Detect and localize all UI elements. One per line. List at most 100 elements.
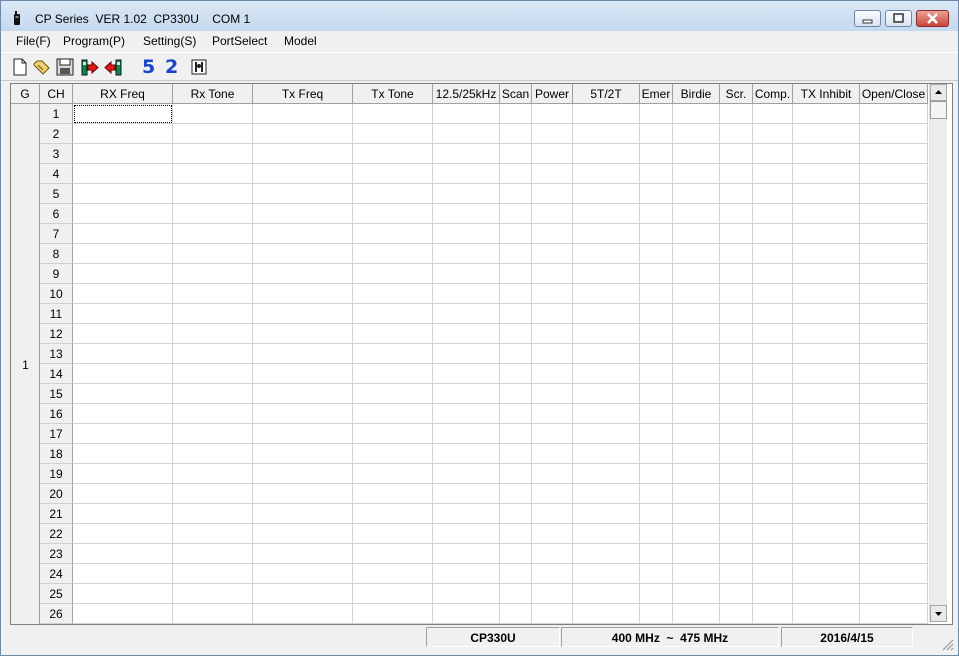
grid-cell-comp[interactable] <box>753 284 793 304</box>
grid-cell-scan[interactable] <box>500 104 532 124</box>
grid-cell-power[interactable] <box>532 104 573 124</box>
grid-cell-birdie[interactable] <box>673 364 720 384</box>
grid-cell-tx-freq[interactable] <box>253 384 353 404</box>
grid-cell-rx-tone[interactable] <box>173 224 253 244</box>
grid-cell-tx-freq[interactable] <box>253 184 353 204</box>
grid-cell-comp[interactable] <box>753 484 793 504</box>
grid-cell-bandwidth[interactable] <box>433 404 500 424</box>
grid-cell-comp[interactable] <box>753 444 793 464</box>
grid-cell-birdie[interactable] <box>673 204 720 224</box>
grid-cell-scan[interactable] <box>500 504 532 524</box>
grid-cell-scr[interactable] <box>720 124 753 144</box>
read-radio-button[interactable] <box>81 58 99 76</box>
grid-cell-tx-tone[interactable] <box>353 404 433 424</box>
grid-cell-tx-freq[interactable] <box>253 604 353 624</box>
grid-cell-5t2t[interactable] <box>573 244 640 264</box>
grid-cell-emer[interactable] <box>640 404 673 424</box>
grid-cell-tx-inhibit[interactable] <box>793 604 860 624</box>
grid-cell-bandwidth[interactable] <box>433 144 500 164</box>
grid-cell-tx-freq[interactable] <box>253 544 353 564</box>
grid-cell-power[interactable] <box>532 524 573 544</box>
column-header-tx-tone[interactable]: Tx Tone <box>353 84 433 104</box>
grid-cell-rx-freq[interactable] <box>73 384 173 404</box>
grid-cell-comp[interactable] <box>753 304 793 324</box>
grid-cell-rx-freq[interactable] <box>73 344 173 364</box>
grid-cell-emer[interactable] <box>640 364 673 384</box>
grid-cell-comp[interactable] <box>753 544 793 564</box>
grid-cell-open-close[interactable] <box>860 484 928 504</box>
grid-cell-rx-tone[interactable] <box>173 584 253 604</box>
grid-cell-tx-tone[interactable] <box>353 164 433 184</box>
menu-portselect[interactable]: PortSelect <box>212 34 267 48</box>
grid-cell-rx-freq[interactable] <box>73 444 173 464</box>
grid-cell-scr[interactable] <box>720 264 753 284</box>
grid-cell-tx-inhibit[interactable] <box>793 104 860 124</box>
grid-cell-tx-inhibit[interactable] <box>793 584 860 604</box>
grid-cell-open-close[interactable] <box>860 424 928 444</box>
grid-cell-rx-tone[interactable] <box>173 364 253 384</box>
grid-cell-scan[interactable] <box>500 584 532 604</box>
grid-cell-5t2t[interactable] <box>573 504 640 524</box>
grid-cell-comp[interactable] <box>753 124 793 144</box>
grid-cell-rx-freq[interactable] <box>73 124 173 144</box>
grid-cell-rx-tone[interactable] <box>173 564 253 584</box>
close-button[interactable] <box>916 10 949 27</box>
grid-cell-comp[interactable] <box>753 264 793 284</box>
grid-cell-5t2t[interactable] <box>573 604 640 624</box>
menu-model[interactable]: Model <box>284 34 317 48</box>
grid-cell-tx-tone[interactable] <box>353 464 433 484</box>
grid-cell-tx-inhibit[interactable] <box>793 264 860 284</box>
grid-cell-rx-tone[interactable] <box>173 524 253 544</box>
grid-cell-comp[interactable] <box>753 324 793 344</box>
grid-cell-emer[interactable] <box>640 284 673 304</box>
grid-cell-scr[interactable] <box>720 404 753 424</box>
grid-cell-emer[interactable] <box>640 104 673 124</box>
grid-cell-open-close[interactable] <box>860 404 928 424</box>
column-header-5t2t[interactable]: 5T/2T <box>573 84 640 104</box>
scroll-down-button[interactable] <box>930 605 947 622</box>
grid-cell-rx-tone[interactable] <box>173 244 253 264</box>
grid-cell-bandwidth[interactable] <box>433 284 500 304</box>
grid-cell-comp[interactable] <box>753 504 793 524</box>
grid-cell-scan[interactable] <box>500 304 532 324</box>
grid-cell-tx-freq[interactable] <box>253 524 353 544</box>
grid-cell-tx-freq[interactable] <box>253 424 353 444</box>
tools-button[interactable] <box>190 58 208 76</box>
grid-cell-tx-tone[interactable] <box>353 144 433 164</box>
grid-cell-birdie[interactable] <box>673 604 720 624</box>
grid-cell-tx-inhibit[interactable] <box>793 524 860 544</box>
grid-cell-5t2t[interactable] <box>573 304 640 324</box>
grid-cell-emer[interactable] <box>640 264 673 284</box>
grid-cell-open-close[interactable] <box>860 324 928 344</box>
grid-cell-scr[interactable] <box>720 484 753 504</box>
grid-cell-scr[interactable] <box>720 424 753 444</box>
grid-cell-birdie[interactable] <box>673 564 720 584</box>
grid-cell-scan[interactable] <box>500 284 532 304</box>
grid-cell-tx-freq[interactable] <box>253 504 353 524</box>
write-radio-button[interactable] <box>104 58 122 76</box>
grid-cell-scr[interactable] <box>720 464 753 484</box>
grid-cell-birdie[interactable] <box>673 384 720 404</box>
grid-cell-rx-tone[interactable] <box>173 604 253 624</box>
grid-cell-scr[interactable] <box>720 444 753 464</box>
grid-cell-open-close[interactable] <box>860 464 928 484</box>
grid-cell-scr[interactable] <box>720 144 753 164</box>
grid-cell-5t2t[interactable] <box>573 224 640 244</box>
grid-cell-open-close[interactable] <box>860 604 928 624</box>
grid-cell-rx-freq[interactable] <box>73 364 173 384</box>
grid-cell-birdie[interactable] <box>673 284 720 304</box>
grid-cell-rx-freq[interactable] <box>73 424 173 444</box>
grid-cell-5t2t[interactable] <box>573 404 640 424</box>
grid-cell-tx-tone[interactable] <box>353 504 433 524</box>
grid-cell-tx-freq[interactable] <box>253 444 353 464</box>
grid-cell-birdie[interactable] <box>673 544 720 564</box>
grid-cell-scr[interactable] <box>720 244 753 264</box>
grid-cell-5t2t[interactable] <box>573 324 640 344</box>
grid-cell-comp[interactable] <box>753 244 793 264</box>
grid-cell-rx-freq[interactable] <box>73 504 173 524</box>
grid-cell-comp[interactable] <box>753 404 793 424</box>
grid-cell-power[interactable] <box>532 244 573 264</box>
grid-cell-bandwidth[interactable] <box>433 304 500 324</box>
grid-cell-scr[interactable] <box>720 604 753 624</box>
grid-cell-tx-inhibit[interactable] <box>793 384 860 404</box>
